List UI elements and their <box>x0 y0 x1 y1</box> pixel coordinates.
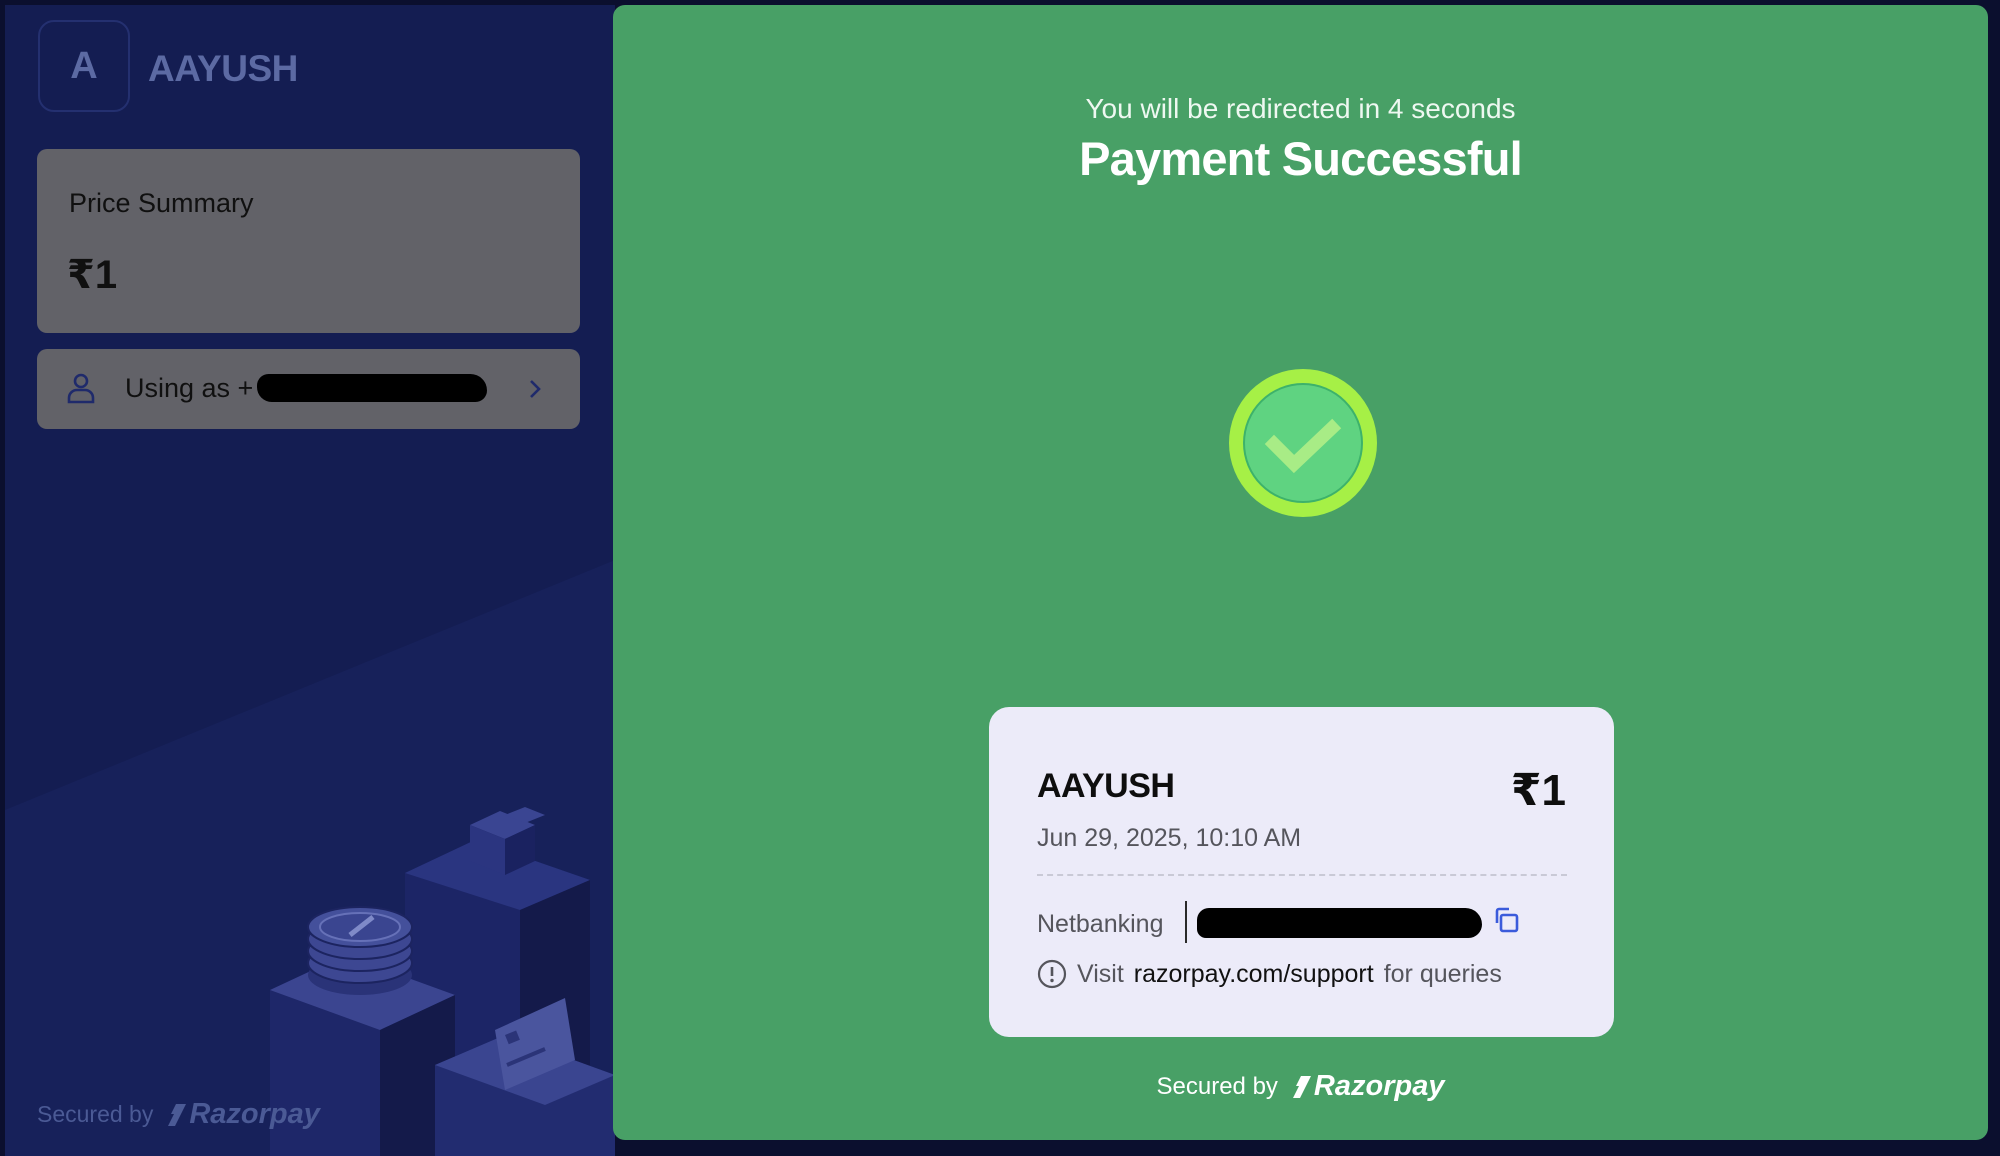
receipt-divider <box>1037 874 1567 876</box>
secured-by-label: Secured by <box>37 1101 154 1127</box>
secured-by-footer-left: Secured by Razorpay <box>37 1098 320 1131</box>
receipt-date: Jun 29, 2025, 10:10 AM <box>1037 824 1302 852</box>
secured-by-footer: Secured by Razorpay <box>613 1070 1988 1103</box>
redirect-countdown: You will be redirected in 4 seconds <box>1085 93 1516 124</box>
support-prefix: Visit <box>1077 959 1124 988</box>
support-info: Visit razorpay.com/support for queries <box>1037 959 1502 989</box>
payment-status-title: Payment Successful <box>1079 132 1523 185</box>
support-suffix: for queries <box>1383 959 1502 988</box>
copy-icon[interactable] <box>1489 903 1523 937</box>
receipt-amount: ₹1 <box>1510 766 1566 815</box>
method-separator <box>1185 901 1187 943</box>
razorpay-logo: Razorpay <box>1292 1070 1445 1103</box>
secured-by-label: Secured by <box>1156 1072 1278 1100</box>
payment-receipt-card: AAYUSH ₹1 Jun 29, 2025, 10:10 AM Netbank… <box>989 707 1614 1037</box>
payment-status-panel: You will be redirected in 4 seconds Paym… <box>613 5 1988 1140</box>
redacted-payment-id <box>1197 908 1482 938</box>
razorpay-logo-icon <box>168 1103 187 1126</box>
razorpay-brand-text: Razorpay <box>189 1098 320 1130</box>
receipt-merchant-name: AAYUSH <box>1037 767 1175 805</box>
check-icon <box>1229 369 1377 517</box>
payment-method: Netbanking <box>1037 910 1164 938</box>
razorpay-logo-icon <box>1292 1075 1311 1098</box>
checkout-sidebar: A AAYUSH Price Summary ₹1 Using as + Sec… <box>5 5 615 1156</box>
razorpay-brand-text: Razorpay <box>1313 1070 1445 1102</box>
support-link[interactable]: razorpay.com/support <box>1134 960 1374 989</box>
city-illustration <box>270 807 615 1156</box>
info-icon <box>1037 959 1067 989</box>
razorpay-logo: Razorpay <box>167 1098 320 1131</box>
